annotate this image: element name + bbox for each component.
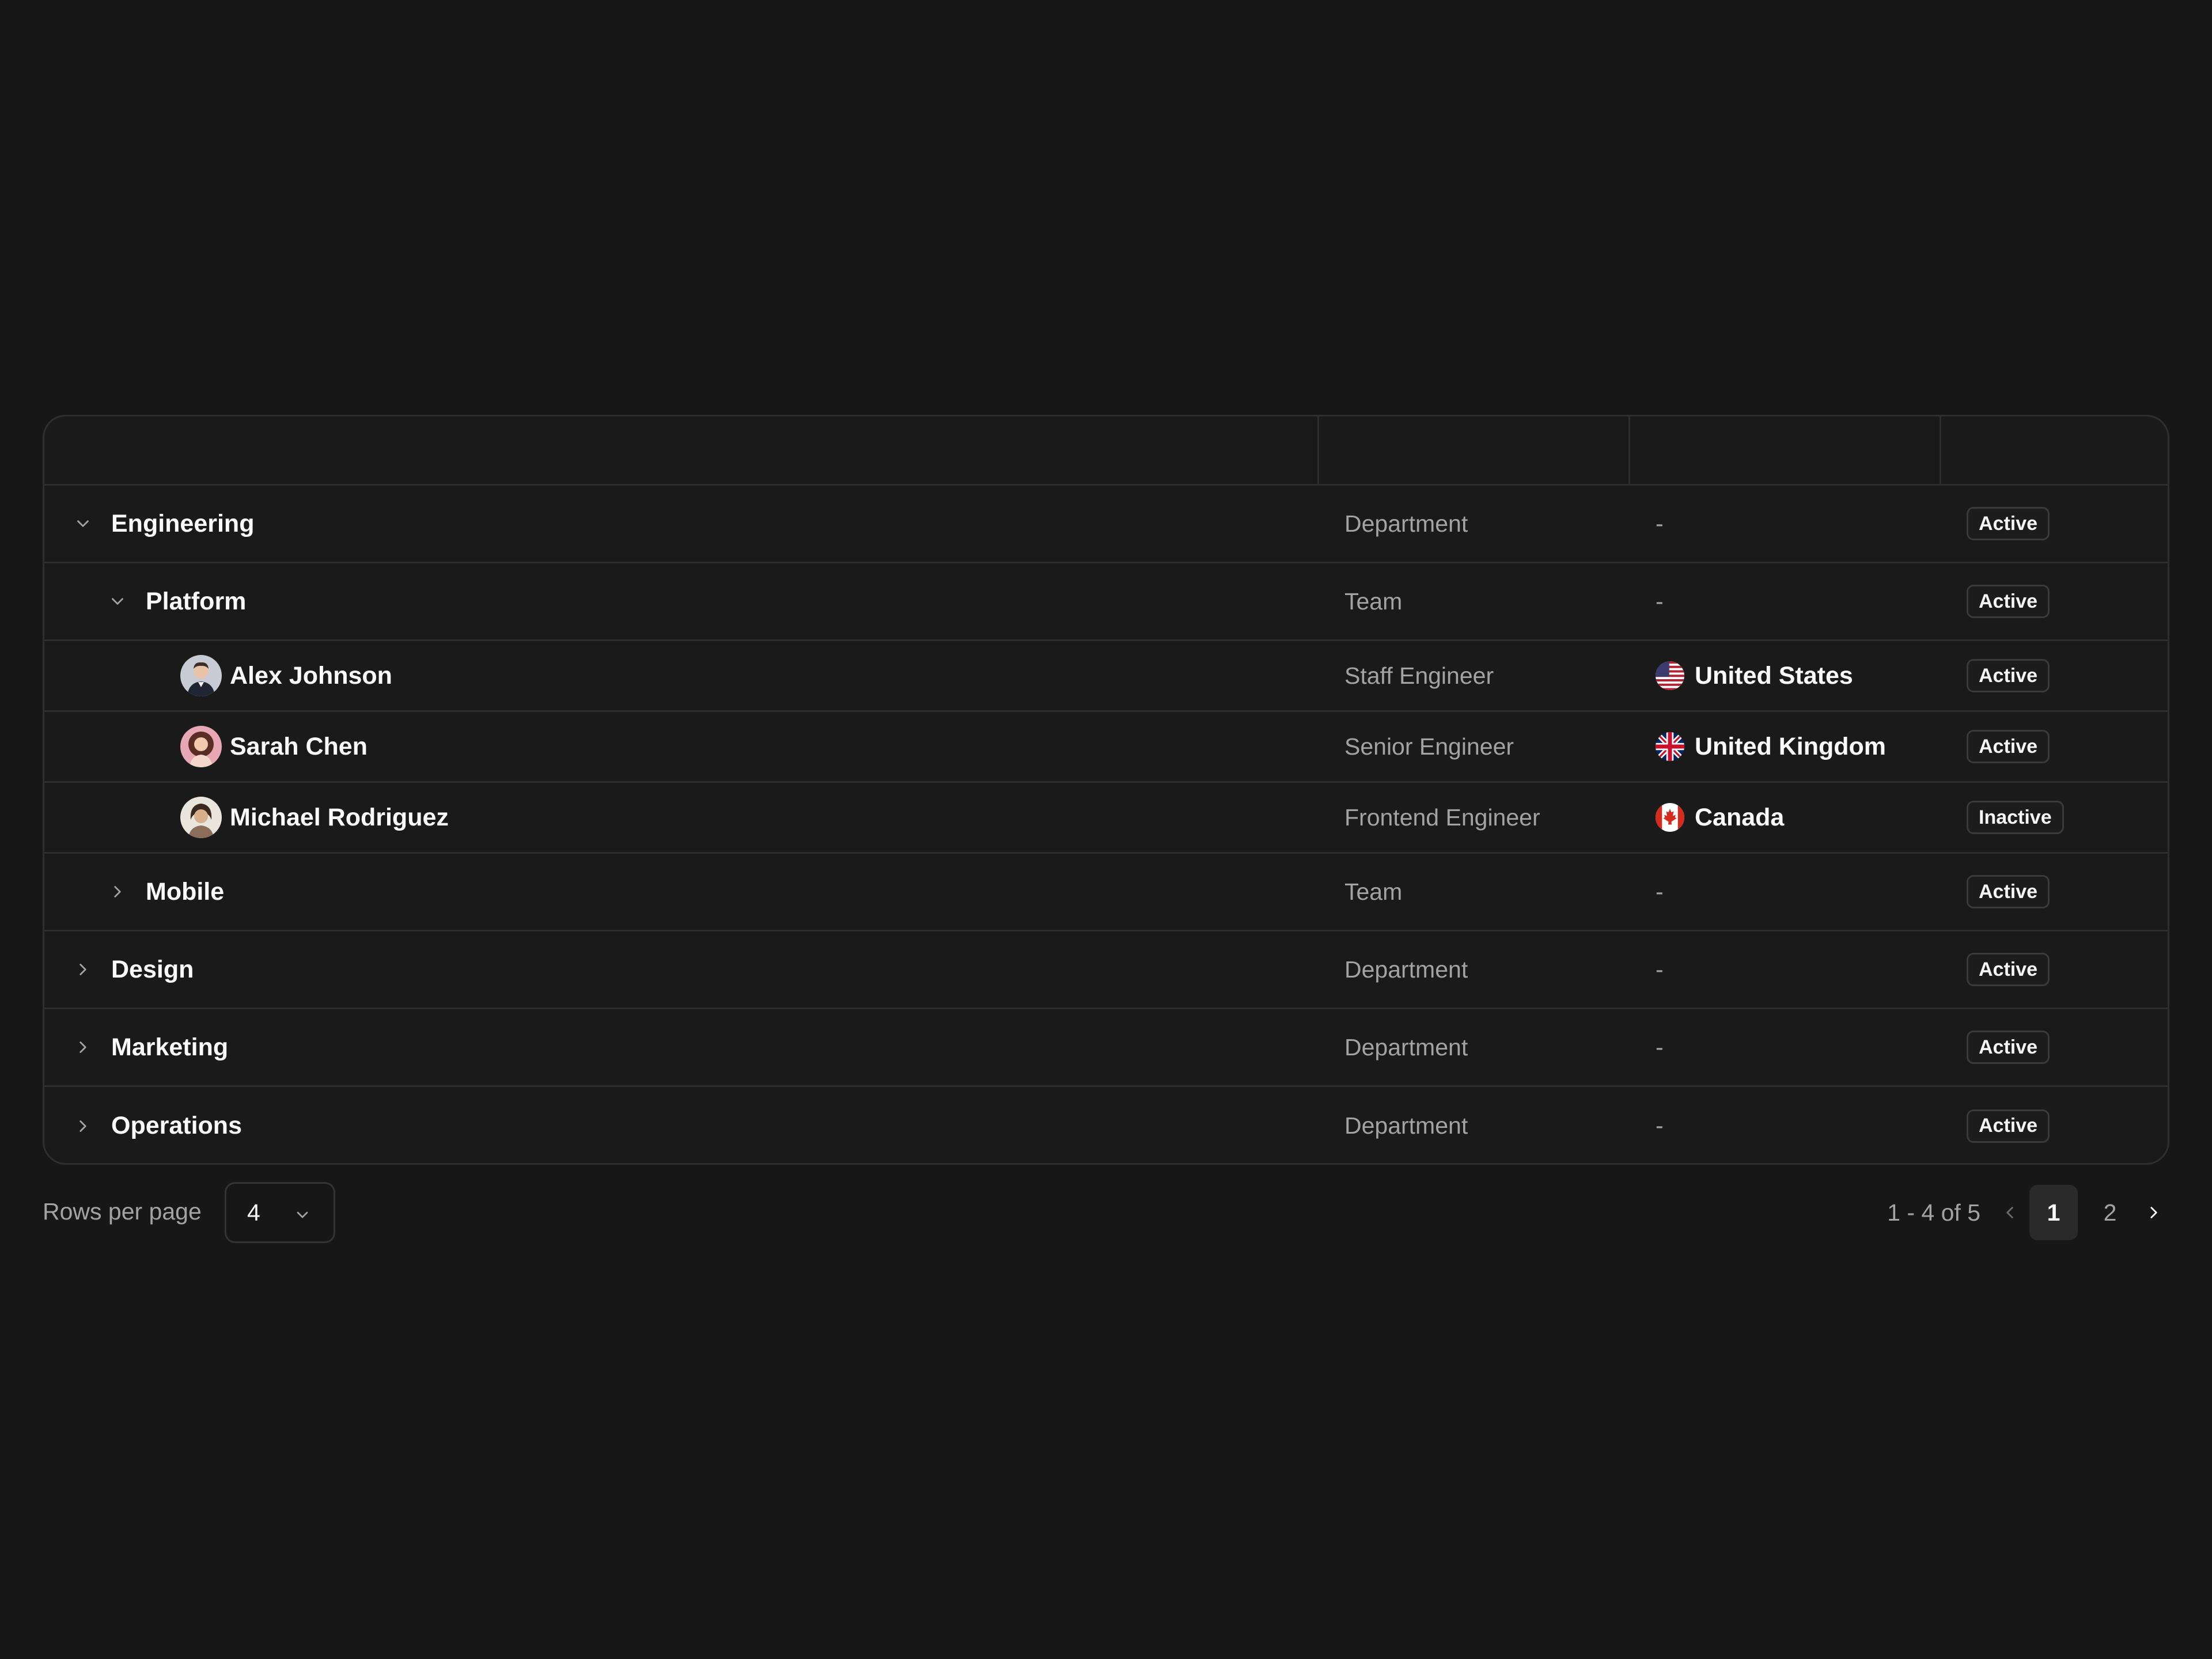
table-row-alex-johnson[interactable]: Alex Johnson Staff Engineer United State… bbox=[44, 641, 2168, 712]
rows-per-page-label: Rows per page bbox=[43, 1198, 202, 1225]
table-footer: Rows per page 4 1 - 4 of 5 1 2 bbox=[43, 1181, 2169, 1244]
table-row-mobile[interactable]: Mobile Team - Active bbox=[44, 854, 2168, 931]
page-range-text: 1 - 4 of 5 bbox=[1887, 1199, 1980, 1226]
row-role: Team bbox=[1344, 878, 1403, 905]
row-country: - bbox=[1656, 510, 1664, 537]
canada-flag-icon bbox=[1656, 803, 1684, 832]
avatar bbox=[180, 655, 222, 696]
status-badge: Active bbox=[1967, 1031, 2050, 1064]
table-row-engineering[interactable]: Engineering Department - Active bbox=[44, 486, 2168, 563]
row-name: Marketing bbox=[111, 1033, 229, 1061]
row-name: Sarah Chen bbox=[230, 732, 368, 760]
row-name: Mobile bbox=[146, 877, 225, 906]
row-country: Canada bbox=[1695, 803, 1785, 831]
uk-flag-icon bbox=[1656, 732, 1684, 761]
avatar bbox=[180, 726, 222, 767]
header-role[interactable] bbox=[1319, 416, 1630, 484]
hierarchy-table: Engineering Department - Active Platform… bbox=[43, 415, 2169, 1165]
header-status[interactable] bbox=[1941, 416, 2168, 484]
next-page-button[interactable] bbox=[2138, 1197, 2169, 1228]
chevron-right-icon[interactable] bbox=[67, 1032, 99, 1063]
header-country[interactable] bbox=[1630, 416, 1941, 484]
header-name[interactable] bbox=[44, 416, 1319, 484]
chevron-right-icon[interactable] bbox=[67, 954, 99, 985]
status-badge: Active bbox=[1967, 953, 2050, 986]
row-role: Department bbox=[1344, 1112, 1468, 1139]
chevron-right-icon[interactable] bbox=[67, 1111, 99, 1142]
table-row-design[interactable]: Design Department - Active bbox=[44, 931, 2168, 1009]
table-row-michael-rodriguez[interactable]: Michael Rodriguez Frontend Engineer Cana… bbox=[44, 783, 2168, 854]
rows-per-page-value: 4 bbox=[247, 1199, 260, 1226]
status-badge: Active bbox=[1967, 730, 2050, 763]
table-header-row bbox=[44, 416, 2168, 486]
rows-per-page-select[interactable]: 4 bbox=[225, 1182, 335, 1243]
status-badge: Active bbox=[1967, 585, 2050, 618]
row-role: Staff Engineer bbox=[1344, 662, 1494, 689]
row-name: Engineering bbox=[111, 509, 255, 537]
table-row-platform[interactable]: Platform Team - Active bbox=[44, 563, 2168, 641]
row-role: Department bbox=[1344, 510, 1468, 537]
row-role: Senior Engineer bbox=[1344, 733, 1514, 760]
avatar bbox=[180, 797, 222, 838]
row-name: Michael Rodriguez bbox=[230, 803, 449, 831]
row-country: United Kingdom bbox=[1695, 732, 1887, 760]
status-badge: Inactive bbox=[1967, 801, 2064, 834]
status-badge: Active bbox=[1967, 875, 2050, 908]
row-country: - bbox=[1656, 1033, 1664, 1060]
status-badge: Active bbox=[1967, 1109, 2050, 1143]
row-country: United States bbox=[1695, 661, 1853, 690]
row-country: - bbox=[1656, 1112, 1664, 1139]
row-name: Alex Johnson bbox=[230, 661, 392, 690]
status-badge: Active bbox=[1967, 507, 2050, 540]
table-row-sarah-chen[interactable]: Sarah Chen Senior Engineer United Kingdo… bbox=[44, 712, 2168, 783]
row-role: Frontend Engineer bbox=[1344, 804, 1540, 831]
us-flag-icon bbox=[1656, 661, 1684, 690]
pagination: 1 - 4 of 5 1 2 bbox=[1887, 1183, 2169, 1242]
page-button-2[interactable]: 2 bbox=[2086, 1185, 2134, 1240]
chevron-down-icon[interactable] bbox=[102, 586, 133, 617]
row-country: - bbox=[1656, 588, 1664, 615]
status-badge: Active bbox=[1967, 659, 2050, 692]
row-name: Platform bbox=[146, 587, 247, 615]
previous-page-button[interactable] bbox=[1994, 1197, 2025, 1228]
row-role: Department bbox=[1344, 956, 1468, 983]
page-button-1[interactable]: 1 bbox=[2029, 1185, 2078, 1240]
table-row-operations[interactable]: Operations Department - Active bbox=[44, 1087, 2168, 1163]
row-role: Team bbox=[1344, 588, 1403, 615]
table-row-marketing[interactable]: Marketing Department - Active bbox=[44, 1009, 2168, 1087]
row-role: Department bbox=[1344, 1033, 1468, 1060]
chevron-left-icon bbox=[2006, 1207, 2013, 1218]
row-name: Design bbox=[111, 955, 194, 983]
chevron-down-icon[interactable] bbox=[67, 508, 99, 539]
row-country: - bbox=[1656, 956, 1664, 983]
chevron-down-icon bbox=[297, 1211, 308, 1218]
chevron-right-icon bbox=[2150, 1207, 2157, 1218]
row-name: Operations bbox=[111, 1112, 242, 1139]
row-country: - bbox=[1656, 878, 1664, 905]
chevron-right-icon[interactable] bbox=[102, 876, 133, 907]
